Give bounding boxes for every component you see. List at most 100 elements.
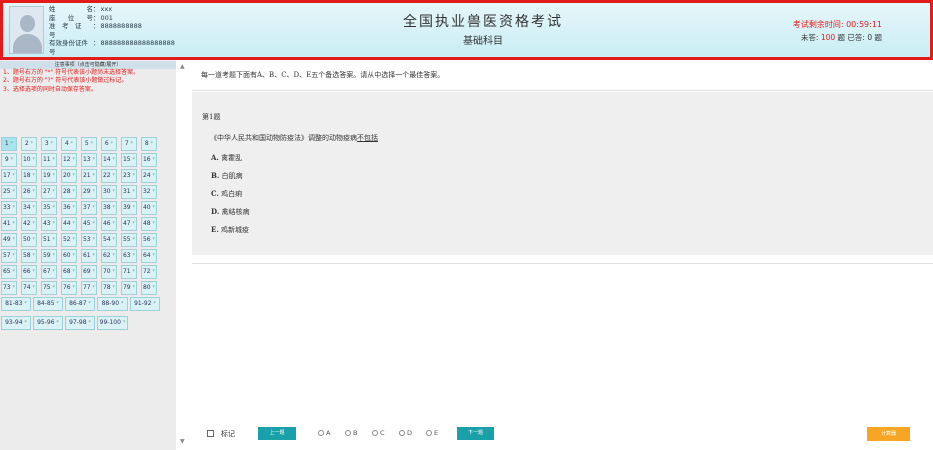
question-nav-button[interactable]: 48 * [141, 217, 157, 231]
question-nav-button[interactable]: 69 * [81, 265, 97, 279]
question-nav-button[interactable]: 63 * [121, 249, 137, 263]
question-nav-button[interactable]: 56 * [141, 233, 157, 247]
question-nav-button[interactable]: 14 * [101, 153, 117, 167]
question-nav-button[interactable]: 78 * [101, 281, 117, 295]
question-nav-button[interactable]: 68 * [61, 265, 77, 279]
question-nav-button[interactable]: 13 * [81, 153, 97, 167]
question-nav-button[interactable]: 2 * [21, 137, 37, 151]
question-nav-button[interactable]: 28 * [61, 185, 77, 199]
answer-radio-e[interactable]: E [426, 429, 438, 437]
scroll-down-arrow-icon[interactable]: ▼ [180, 438, 185, 445]
question-nav-button[interactable]: 50 * [21, 233, 37, 247]
question-nav-button[interactable]: 74 * [21, 281, 37, 295]
question-nav-button[interactable]: 23 * [121, 169, 137, 183]
question-nav-button[interactable]: 19 * [41, 169, 57, 183]
question-nav-button[interactable]: 4 * [61, 137, 77, 151]
question-group-button[interactable]: 81-83 * [1, 297, 31, 311]
question-nav-button[interactable]: 30 * [101, 185, 117, 199]
question-nav-button[interactable]: 7 * [121, 137, 137, 151]
question-group-button[interactable]: 86-87 * [65, 297, 95, 311]
question-nav-button[interactable]: 70 * [101, 265, 117, 279]
question-nav-button[interactable]: 79 * [121, 281, 137, 295]
question-nav-button[interactable]: 45 * [81, 217, 97, 231]
question-nav-button[interactable]: 26 * [21, 185, 37, 199]
question-nav-button[interactable]: 16 * [141, 153, 157, 167]
question-nav-button[interactable]: 34 * [21, 201, 37, 215]
question-nav-button[interactable]: 8 * [141, 137, 157, 151]
question-nav-button[interactable]: 58 * [21, 249, 37, 263]
question-nav-button[interactable]: 6 * [101, 137, 117, 151]
question-nav-button[interactable]: 37 * [81, 201, 97, 215]
answer-radio-c[interactable]: C [372, 429, 385, 437]
question-nav-button[interactable]: 17 * [1, 169, 17, 183]
question-nav-button[interactable]: 62 * [101, 249, 117, 263]
question-nav-button[interactable]: 10 * [21, 153, 37, 167]
question-nav-button[interactable]: 20 * [61, 169, 77, 183]
question-nav-button[interactable]: 59 * [41, 249, 57, 263]
question-group-button[interactable]: 88-90 * [97, 297, 128, 311]
question-nav-button[interactable]: 31 * [121, 185, 137, 199]
question-nav-button[interactable]: 25 * [1, 185, 17, 199]
mark-checkbox[interactable] [207, 430, 214, 437]
question-nav-button[interactable]: 46 * [101, 217, 117, 231]
answer-radio-a[interactable]: A [318, 429, 330, 437]
question-nav-button[interactable]: 61 * [81, 249, 97, 263]
previous-question-button[interactable]: 上一题 [258, 427, 296, 440]
question-nav-button[interactable]: 76 * [61, 281, 77, 295]
question-group-button[interactable]: 84-85 * [33, 297, 63, 311]
question-nav-button[interactable]: 67 * [41, 265, 57, 279]
next-question-button[interactable]: 下一题 [457, 427, 494, 440]
question-nav-button[interactable]: 77 * [81, 281, 97, 295]
question-nav-button[interactable]: 80 * [141, 281, 157, 295]
question-nav-button[interactable]: 40 * [141, 201, 157, 215]
answer-radio-d[interactable]: D [399, 429, 412, 437]
question-nav-button[interactable]: 54 * [101, 233, 117, 247]
question-nav-button[interactable]: 60 * [61, 249, 77, 263]
question-nav-button[interactable]: 32 * [141, 185, 157, 199]
question-nav-button[interactable]: 52 * [61, 233, 77, 247]
question-nav-button[interactable]: 29 * [81, 185, 97, 199]
question-nav-button[interactable]: 71 * [121, 265, 137, 279]
question-nav-button[interactable]: 33 * [1, 201, 17, 215]
question-nav-button[interactable]: 35 * [41, 201, 57, 215]
question-nav-button[interactable]: 15 * [121, 153, 137, 167]
question-group-button[interactable]: 91-92 * [130, 297, 160, 311]
question-nav-button[interactable]: 1 * [1, 137, 17, 151]
question-nav-button[interactable]: 39 * [121, 201, 137, 215]
question-nav-button[interactable]: 36 * [61, 201, 77, 215]
question-group-button[interactable]: 97-98 * [65, 316, 95, 330]
question-nav-button[interactable]: 66 * [21, 265, 37, 279]
question-nav-button[interactable]: 65 * [1, 265, 17, 279]
scroll-up-arrow-icon[interactable]: ▲ [180, 63, 185, 70]
question-nav-button[interactable]: 5 * [81, 137, 97, 151]
question-nav-button[interactable]: 73 * [1, 281, 17, 295]
question-nav-button[interactable]: 22 * [101, 169, 117, 183]
question-nav-button[interactable]: 24 * [141, 169, 157, 183]
question-nav-button[interactable]: 38 * [101, 201, 117, 215]
question-nav-button[interactable]: 21 * [81, 169, 97, 183]
question-nav-button[interactable]: 9 * [1, 153, 17, 167]
question-group-button[interactable]: 93-94 * [1, 316, 31, 330]
notice-toggle[interactable]: 注意事项（点击可隐藏/展开） [0, 61, 176, 69]
question-nav-button[interactable]: 42 * [21, 217, 37, 231]
question-nav-button[interactable]: 72 * [141, 265, 157, 279]
question-nav-button[interactable]: 43 * [41, 217, 57, 231]
question-nav-button[interactable]: 75 * [41, 281, 57, 295]
question-nav-button[interactable]: 18 * [21, 169, 37, 183]
question-nav-button[interactable]: 12 * [61, 153, 77, 167]
question-nav-button[interactable]: 44 * [61, 217, 77, 231]
answer-radio-b[interactable]: B [345, 429, 357, 437]
question-nav-button[interactable]: 57 * [1, 249, 17, 263]
question-nav-button[interactable]: 64 * [141, 249, 157, 263]
question-nav-button[interactable]: 53 * [81, 233, 97, 247]
question-nav-button[interactable]: 55 * [121, 233, 137, 247]
question-nav-button[interactable]: 11 * [41, 153, 57, 167]
question-group-button[interactable]: 99-100 * [97, 316, 128, 330]
question-nav-button[interactable]: 51 * [41, 233, 57, 247]
calculator-button[interactable]: 计算器 [867, 427, 910, 441]
question-nav-button[interactable]: 3 * [41, 137, 57, 151]
question-nav-button[interactable]: 27 * [41, 185, 57, 199]
question-nav-button[interactable]: 41 * [1, 217, 17, 231]
question-nav-button[interactable]: 47 * [121, 217, 137, 231]
question-group-button[interactable]: 95-96 * [33, 316, 63, 330]
